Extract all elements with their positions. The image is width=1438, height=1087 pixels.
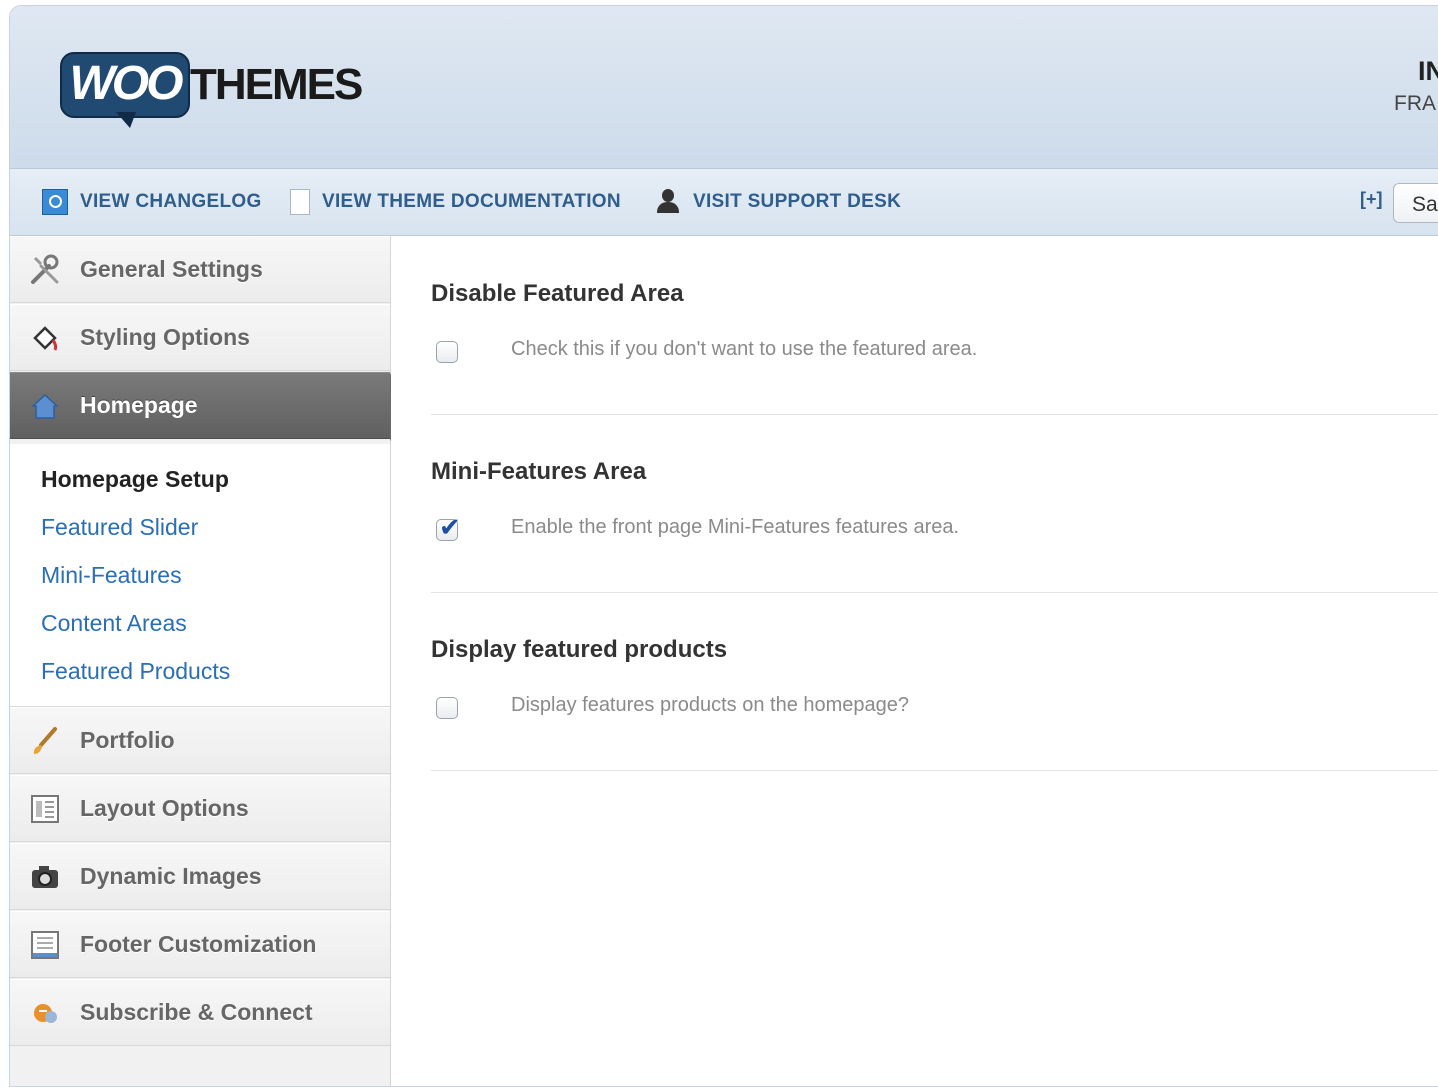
option-description: Enable the front page Mini-Features feat… [511, 516, 960, 538]
settings-panel: Disable Featured Area Check this if you … [391, 236, 1438, 1086]
sidebar-item-dynamic-images[interactable]: Dynamic Images [10, 843, 390, 910]
connect-icon [28, 996, 62, 1030]
toolbar: VIEW CHANGELOG VIEW THEME DOCUMENTATION … [10, 169, 1438, 236]
admin-frame: WOO THEMES IN FRA VIEW CHANGELOG VIEW TH… [9, 5, 1438, 1087]
logo-bubble: WOO [60, 52, 190, 118]
visit-support-label: VISIT SUPPORT DESK [693, 191, 902, 212]
sidebar-item-homepage[interactable]: Homepage [10, 372, 412, 441]
sidebar-item-general-settings[interactable]: General Settings [10, 236, 390, 303]
save-button[interactable]: Sa [1393, 183, 1438, 223]
search-icon [42, 189, 68, 215]
logo-wordmark: THEMES [190, 60, 363, 109]
subnav-content-areas[interactable]: Content Areas [41, 610, 187, 637]
option-title: Disable Featured Area [431, 280, 684, 307]
view-changelog-label: VIEW CHANGELOG [80, 191, 262, 212]
sidebar-item-label: Homepage [80, 392, 198, 418]
sidebar-item-label: Styling Options [80, 324, 250, 350]
theme-name: IN [1418, 56, 1438, 86]
sidebar-nav: General Settings Styling Options Homepag… [10, 236, 412, 1086]
logo-bubble-tail [116, 112, 136, 128]
sidebar-item-label: General Settings [80, 256, 263, 282]
option-disable-featured-area: Disable Featured Area Check this if you … [431, 236, 1438, 415]
sidebar-item-subscribe-connect[interactable]: Subscribe & Connect [10, 979, 390, 1046]
paint-bucket-icon [28, 321, 62, 355]
framework-label: FRA [1394, 92, 1436, 115]
sidebar-item-label: Footer Customization [80, 931, 317, 957]
footer-icon [28, 928, 62, 962]
subnav-homepage-setup[interactable]: Homepage Setup [41, 466, 229, 493]
option-title: Mini-Features Area [431, 458, 647, 485]
option-title: Display featured products [431, 636, 728, 663]
view-documentation-label: VIEW THEME DOCUMENTATION [322, 191, 621, 212]
homepage-subnav: Homepage Setup Featured Slider Mini-Feat… [10, 444, 390, 707]
tools-icon [28, 253, 62, 287]
expand-toggle[interactable]: [+] [1360, 189, 1383, 210]
brush-icon [28, 724, 62, 758]
view-changelog-link[interactable]: VIEW CHANGELOG [42, 169, 262, 235]
subnav-featured-products[interactable]: Featured Products [41, 658, 230, 685]
sidebar-item-label: Subscribe & Connect [80, 999, 313, 1025]
sidebar-item-label: Layout Options [80, 795, 249, 821]
header: WOO THEMES IN FRA [10, 6, 1438, 169]
sidebar-item-portfolio[interactable]: Portfolio [10, 707, 390, 774]
sidebar-item-label: Dynamic Images [80, 863, 262, 889]
view-documentation-link[interactable]: VIEW THEME DOCUMENTATION [290, 169, 621, 235]
option-description: Display features products on the homepag… [511, 694, 910, 716]
option-mini-features-area: Mini-Features Area Enable the front page… [431, 414, 1438, 593]
sidebar-item-label: Portfolio [80, 727, 175, 753]
disable-featured-area-checkbox[interactable] [436, 341, 458, 363]
home-icon [28, 389, 62, 423]
sidebar-item-styling-options[interactable]: Styling Options [10, 304, 390, 371]
option-display-featured-products: Display featured products Display featur… [431, 592, 1438, 771]
sidebar-item-layout-options[interactable]: Layout Options [10, 775, 390, 842]
option-description: Check this if you don't want to use the … [511, 338, 978, 360]
subnav-featured-slider[interactable]: Featured Slider [41, 514, 198, 541]
document-icon [290, 189, 310, 215]
sidebar-item-footer-customization[interactable]: Footer Customization [10, 911, 390, 978]
subnav-mini-features[interactable]: Mini-Features [41, 562, 182, 589]
mini-features-area-checkbox[interactable] [436, 512, 461, 543]
visit-support-link[interactable]: VISIT SUPPORT DESK [655, 169, 901, 235]
layout-icon [28, 792, 62, 826]
display-featured-products-checkbox[interactable] [436, 697, 458, 719]
user-icon [655, 189, 681, 215]
camera-icon [28, 860, 62, 894]
